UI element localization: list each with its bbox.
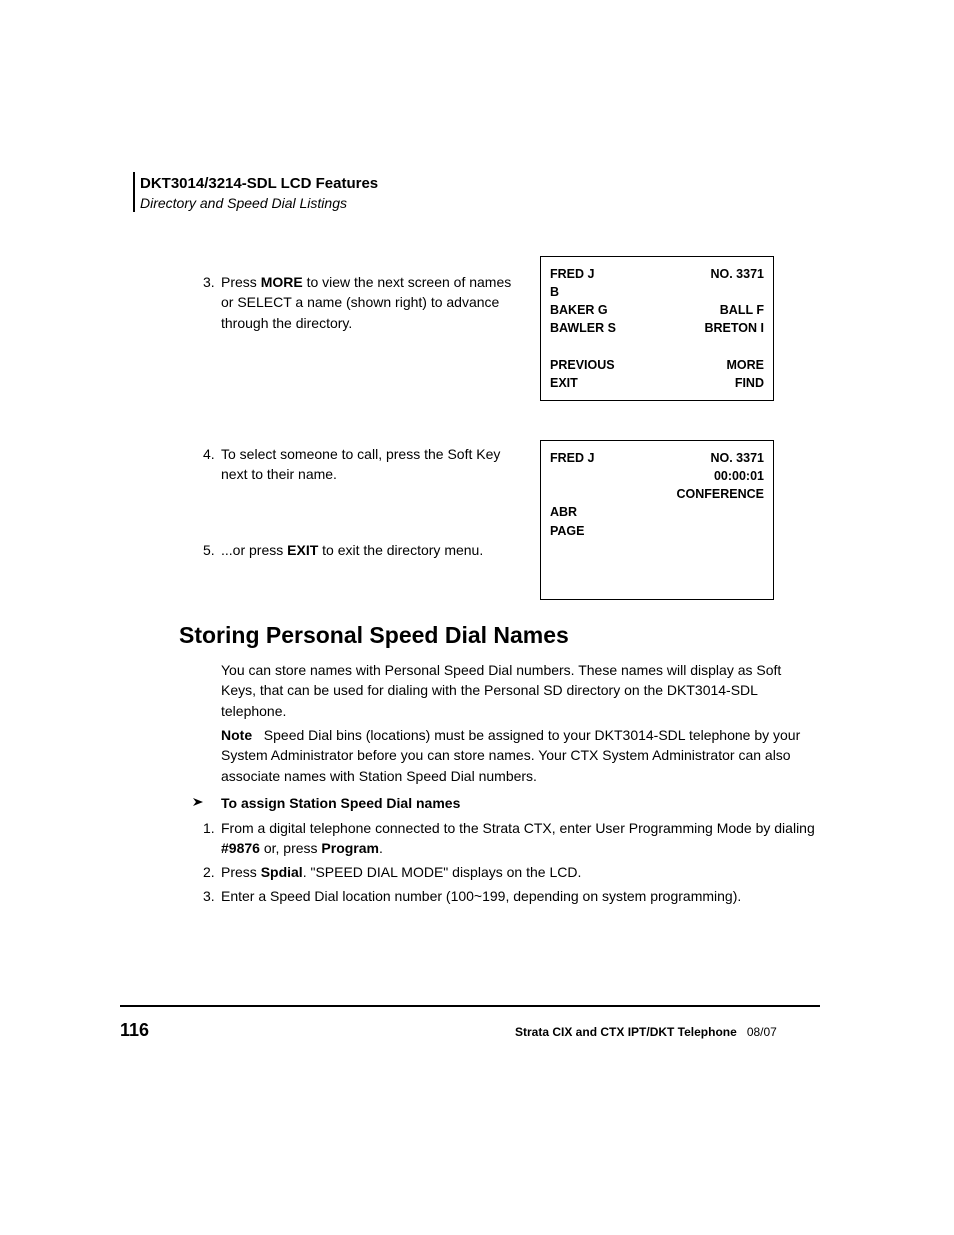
footer-title: Strata CIX and CTX IPT/DKT Telephone bbox=[515, 1025, 737, 1039]
header-rule bbox=[133, 172, 135, 212]
pointer-icon bbox=[181, 795, 203, 809]
lcd1-r6r: FIND bbox=[735, 374, 764, 392]
step4: 4. To select someone to call, press the … bbox=[221, 444, 521, 485]
lcd1-r3l: BAKER G bbox=[550, 301, 608, 319]
lcd1-r5r: MORE bbox=[727, 356, 765, 374]
sd3-text: Enter a Speed Dial location number (100~… bbox=[221, 888, 741, 904]
lcd-screen-2: FRED J NO. 3371 00:00:01 CONFERENCE ABR P… bbox=[540, 440, 774, 600]
note-block: Note Speed Dial bins (locations) must be… bbox=[221, 725, 816, 786]
subheading: To assign Station Speed Dial names bbox=[221, 793, 460, 813]
lcd2-r2r: 00:00:01 bbox=[714, 467, 764, 485]
footer-rule bbox=[120, 1005, 820, 1007]
lcd2-r1l: FRED J bbox=[550, 449, 594, 467]
section-heading: Storing Personal Speed Dial Names bbox=[179, 622, 569, 649]
lcd2-r1r: NO. 3371 bbox=[710, 449, 764, 467]
header-title: DKT3014/3214-SDL LCD Features bbox=[140, 175, 378, 192]
lcd2-r5l: PAGE bbox=[550, 522, 764, 540]
lcd1-r4r: BRETON I bbox=[705, 319, 765, 337]
lcd-screen-1: FRED J NO. 3371 B BAKER G BALL F BAWLER S B… bbox=[540, 256, 774, 401]
step3: 3. Press MORE to view the next screen of… bbox=[221, 272, 521, 333]
lcd1-r3r: BALL F bbox=[720, 301, 764, 319]
step3-num: 3. bbox=[203, 272, 215, 292]
header-subtitle: Directory and Speed Dial Listings bbox=[140, 195, 347, 211]
sd-step3: 3. Enter a Speed Dial location number (1… bbox=[221, 886, 816, 906]
step4-num: 4. bbox=[203, 444, 215, 464]
lcd2-r4l: ABR bbox=[550, 503, 764, 521]
footer-text: Strata CIX and CTX IPT/DKT Telephone 08/… bbox=[515, 1025, 777, 1039]
step3-more: MORE bbox=[261, 274, 303, 290]
sd-step1: 1. From a digital telephone connected to… bbox=[221, 818, 816, 859]
page-number: 116 bbox=[120, 1020, 149, 1041]
step4-text: To select someone to call, press the Sof… bbox=[221, 446, 500, 482]
sd-step2: 2. Press Spdial. "SPEED DIAL MODE" displ… bbox=[221, 862, 816, 882]
lcd1-r6l: EXIT bbox=[550, 374, 578, 392]
lcd1-r1l: FRED J bbox=[550, 265, 594, 283]
step5-text-b: to exit the directory menu. bbox=[318, 542, 483, 558]
intro-paragraph: You can store names with Personal Speed … bbox=[221, 660, 816, 721]
lcd2-r3r: CONFERENCE bbox=[676, 485, 764, 503]
step5-num: 5. bbox=[203, 540, 215, 560]
step3-text-a: Press bbox=[221, 274, 261, 290]
step5: 5. ...or press EXIT to exit the director… bbox=[221, 540, 521, 560]
sd2-num: 2. bbox=[203, 862, 215, 882]
note-text: Speed Dial bins (locations) must be assi… bbox=[221, 727, 800, 784]
lcd1-r4l: BAWLER S bbox=[550, 319, 616, 337]
note-label: Note bbox=[221, 727, 252, 743]
step5-exit: EXIT bbox=[287, 542, 318, 558]
sd3-num: 3. bbox=[203, 886, 215, 906]
lcd1-r5l: PREVIOUS bbox=[550, 356, 615, 374]
footer-date: 08/07 bbox=[747, 1025, 777, 1039]
lcd1-r2l: B bbox=[550, 283, 764, 301]
lcd1-r1r: NO. 3371 bbox=[710, 265, 764, 283]
sd1-num: 1. bbox=[203, 818, 215, 838]
